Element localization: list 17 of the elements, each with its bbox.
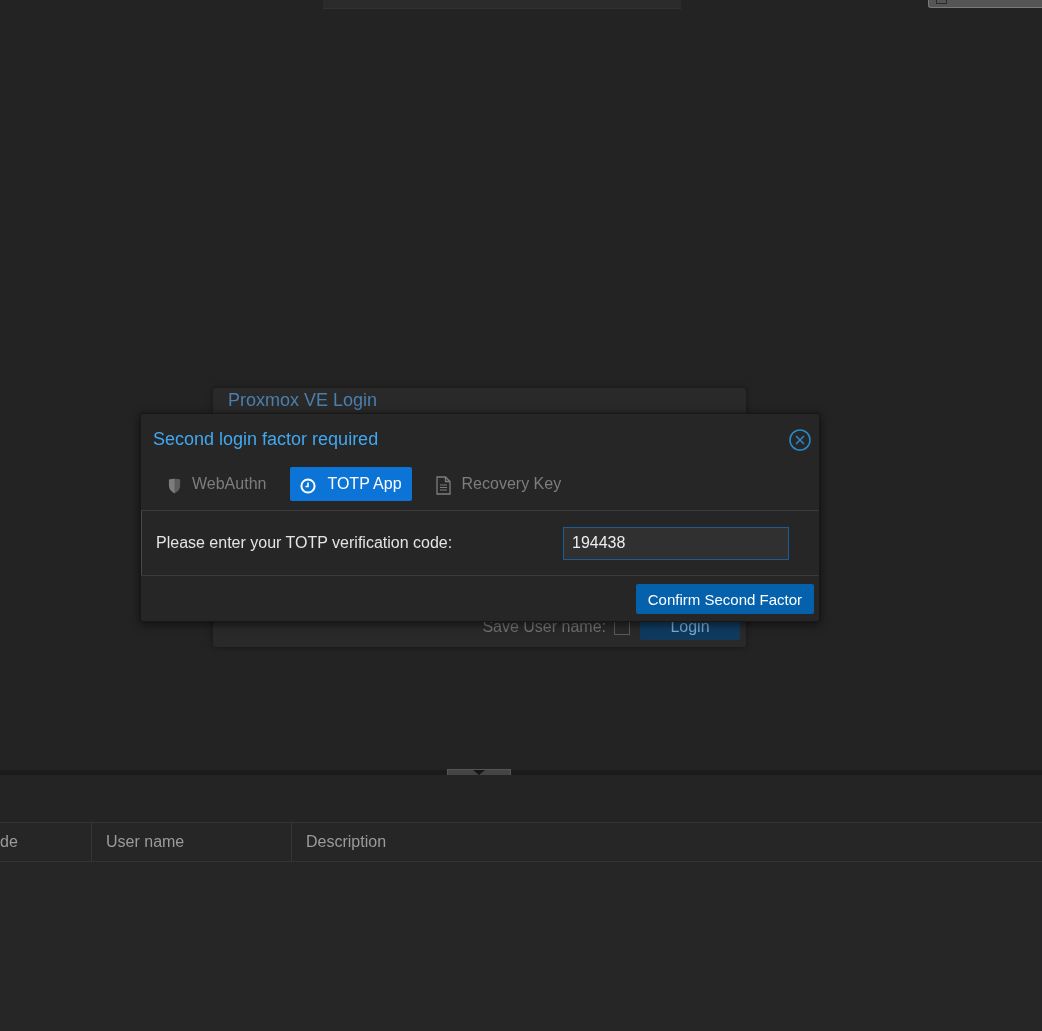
tab[interactable]: Recovery Key (425, 467, 572, 501)
close-icon[interactable] (789, 428, 811, 451)
tab[interactable]: WebAuthn (158, 467, 277, 501)
window-title: Proxmox VE Login (228, 390, 378, 411)
clock-icon (300, 477, 317, 494)
column-header[interactable]: User name (92, 823, 292, 861)
header-button[interactable] (928, 0, 1042, 8)
column-header[interactable]: de (0, 823, 92, 861)
code-input[interactable]: 194438 (563, 526, 789, 560)
code-label: Please enter your TOTP verification code: (156, 534, 454, 552)
document-icon (435, 476, 451, 495)
confirm-button[interactable]: Confirm Second Factor (635, 584, 814, 614)
collapse-tool[interactable] (447, 769, 511, 775)
column-header[interactable]: Description (292, 823, 1042, 861)
dialog-title: Second login factor required (153, 429, 379, 450)
tab[interactable]: TOTP App (290, 467, 412, 501)
shield-icon (168, 478, 181, 494)
